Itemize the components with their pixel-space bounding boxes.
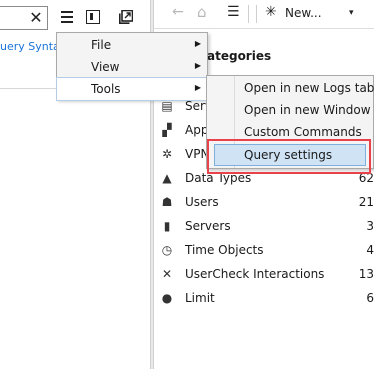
category-count: 3 (366, 219, 374, 233)
hamburger-menu-icon[interactable] (60, 10, 74, 24)
category-count: 21 (358, 195, 374, 209)
menu-item-label: Open in new Window (244, 103, 371, 117)
toolbar-separator (256, 5, 257, 23)
category-count: 6 (366, 291, 374, 305)
popout-icon[interactable] (119, 9, 134, 24)
category-row[interactable]: ▮ Servers 3 (160, 216, 374, 238)
chevron-right-icon: ▶ (194, 39, 201, 48)
list-view-icon[interactable]: ☰ (227, 4, 240, 20)
chevron-down-icon[interactable]: ▾ (349, 8, 354, 18)
data-types-icon: ▲ (162, 171, 172, 185)
chevron-right-icon: ▶ (194, 61, 201, 70)
category-row[interactable]: ✕ UserCheck Interactions 13 (160, 264, 374, 286)
category-row[interactable]: ☗ Users 21 (160, 192, 374, 214)
right-toolbar (154, 0, 374, 29)
menu-item-label: Open in new Logs tab (244, 81, 374, 95)
servers-icon: ▮ (163, 219, 171, 233)
divider (0, 88, 60, 89)
main-menu: File ▶ View ▶ Tools ▶ (56, 32, 208, 101)
menu-item-label: Tools (91, 82, 121, 96)
menu-item-open-new-logs-tab[interactable]: Open in new Logs tab (206, 77, 374, 99)
users-icon: ☗ (161, 195, 173, 209)
new-button[interactable]: New... (285, 6, 322, 20)
category-label: App (185, 123, 209, 137)
category-row[interactable]: ● Limit 6 (160, 288, 374, 310)
back-icon[interactable]: ← (172, 4, 184, 20)
chevron-right-icon: ▶ (194, 83, 201, 92)
menu-item-label: File (91, 38, 112, 52)
menu-item-open-new-window[interactable]: Open in new Window (206, 99, 372, 121)
category-count: 4 (366, 243, 374, 257)
vpn-icon: ✲ (161, 147, 173, 161)
category-label: Users (185, 195, 219, 209)
categories-title: ategories (207, 49, 272, 63)
menu-item-view[interactable]: View ▶ (57, 56, 207, 78)
menu-item-label: Custom Commands (244, 125, 362, 139)
panel-toggle-icon[interactable] (86, 10, 100, 24)
applications-icon: ▞ (162, 123, 172, 137)
category-label: Time Objects (185, 243, 264, 257)
category-label: UserCheck Interactions (185, 267, 325, 281)
clear-search-icon[interactable]: ✕ (28, 9, 44, 27)
category-count: 13 (358, 267, 374, 281)
category-row[interactable]: ◷ Time Objects 4 (160, 240, 374, 262)
menu-item-file[interactable]: File ▶ (57, 34, 207, 56)
menu-item-label: View (91, 60, 120, 74)
limit-icon: ● (161, 291, 173, 305)
annotation-highlight-frame (207, 139, 371, 174)
usercheck-icon: ✕ (161, 267, 173, 281)
home-icon[interactable]: ⌂ (197, 3, 207, 21)
server-icon: ▤ (161, 99, 173, 113)
toolbar-separator (248, 5, 249, 23)
category-label: Limit (185, 291, 215, 305)
time-objects-icon: ◷ (161, 243, 173, 257)
menu-item-tools[interactable]: Tools ▶ (56, 77, 208, 101)
new-star-icon[interactable]: ✳ (265, 4, 277, 20)
category-label: Servers (185, 219, 231, 233)
